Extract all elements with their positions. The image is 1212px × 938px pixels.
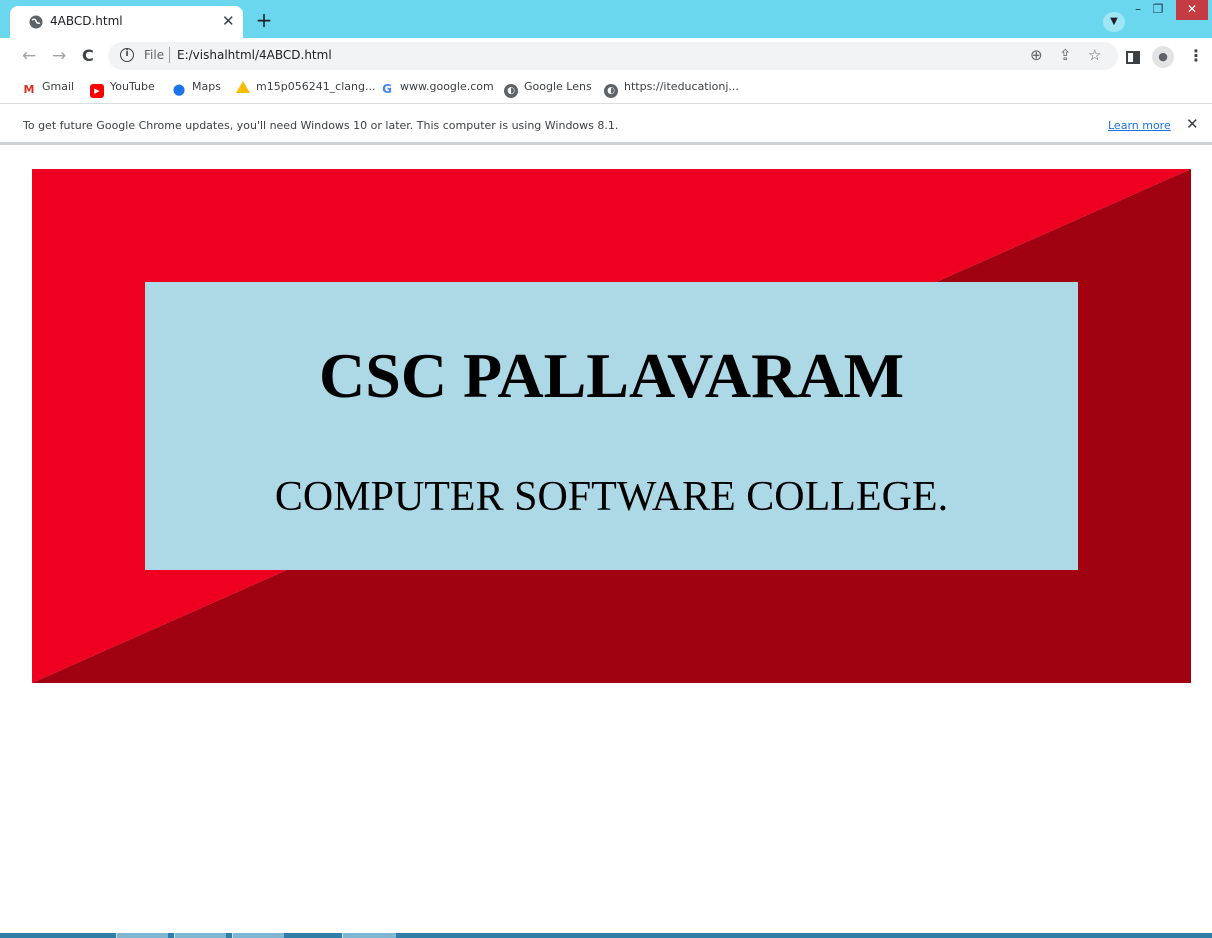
bookmark-label: m15p056241_clang... — [256, 80, 376, 93]
bookmarks-bar: M Gmail ▶ YouTube ⬤ Maps m15p056241_clang..… — [0, 74, 1212, 102]
infobar-message: To get future Google Chrome updates, you… — [23, 119, 619, 132]
update-infobar: To get future Google Chrome updates, you… — [0, 103, 1212, 145]
bookmark-label: Google Lens — [524, 80, 592, 93]
globe-icon: ◐ — [504, 84, 518, 98]
bookmark-iteducation[interactable]: ◐ https://iteducationj... — [604, 79, 739, 98]
share-icon[interactable]: ⇪ — [1059, 46, 1072, 64]
globe-icon: ◐ — [604, 84, 618, 98]
bookmark-label: www.google.com — [400, 80, 494, 93]
restore-button[interactable]: ❐ — [1149, 0, 1167, 20]
tab-close-icon[interactable]: ✕ — [222, 12, 235, 30]
forward-arrow-icon[interactable]: → — [52, 46, 66, 66]
globe-icon — [29, 15, 43, 29]
bookmark-star-icon[interactable]: ☆ — [1088, 46, 1101, 64]
gmail-icon: M — [23, 83, 35, 96]
url-scheme-label: File — [144, 48, 165, 62]
bookmark-google[interactable]: Gwww.google.com — [380, 79, 494, 97]
window-close-button[interactable]: ✕ — [1176, 0, 1208, 20]
bookmark-label: https://iteducationj... — [624, 80, 739, 93]
tab-active[interactable]: 4ABCD.html ✕ — [10, 6, 243, 38]
bookmark-label: Maps — [192, 80, 221, 93]
zoom-icon[interactable]: ⊕ — [1030, 46, 1043, 64]
inner-box: CSC PALLAVARAM COMPUTER SOFTWARE COLLEGE… — [145, 282, 1078, 570]
url-text[interactable]: E:/vishalhtml/4ABCD.html — [177, 48, 332, 62]
bookmark-label: Gmail — [42, 80, 75, 93]
taskbar-item[interactable] — [342, 933, 396, 938]
google-icon: G — [382, 82, 392, 96]
bookmark-label: YouTube — [110, 80, 155, 93]
infobar-close-icon[interactable]: ✕ — [1186, 115, 1199, 133]
taskbar-item[interactable] — [174, 933, 226, 938]
tab-title: 4ABCD.html — [50, 14, 123, 28]
menu-kebab-icon[interactable]: ⋮ — [1188, 47, 1204, 65]
page-heading: CSC PALLAVARAM — [319, 340, 904, 411]
bookmark-gmail[interactable]: M Gmail — [22, 79, 75, 97]
windows-taskbar — [0, 933, 1212, 938]
minimize-button[interactable]: – — [1130, 0, 1146, 20]
drive-icon — [236, 81, 250, 93]
bookmark-drive[interactable]: m15p056241_clang... — [236, 79, 375, 97]
back-arrow-icon[interactable]: ← — [22, 46, 36, 66]
reload-icon[interactable]: C — [82, 46, 94, 66]
bookmark-google-lens[interactable]: ◐ Google Lens — [504, 79, 592, 98]
tab-search-button[interactable]: ▼ — [1103, 12, 1125, 32]
browser-toolbar: ← → C i File E:/vishalhtml/4ABCD.html ⊕ … — [0, 38, 1212, 74]
youtube-icon: ▶ — [90, 84, 104, 98]
learn-more-link[interactable]: Learn more — [1108, 119, 1171, 132]
taskbar-item[interactable] — [116, 933, 168, 938]
profile-avatar-icon[interactable]: ● — [1152, 46, 1174, 68]
info-icon[interactable]: i — [120, 48, 134, 62]
new-tab-button[interactable]: + — [252, 10, 276, 32]
url-separator — [169, 47, 170, 63]
address-bar[interactable]: i File E:/vishalhtml/4ABCD.html ⊕ ⇪ ☆ — [108, 42, 1118, 70]
taskbar-item[interactable] — [232, 933, 284, 938]
side-panel-icon[interactable] — [1126, 51, 1140, 64]
bookmark-maps[interactable]: ⬤ Maps — [172, 79, 221, 97]
tab-strip: 4ABCD.html ✕ + ▼ – ❐ ✕ — [0, 0, 1212, 38]
page-subheading: COMPUTER SOFTWARE COLLEGE. — [274, 474, 949, 520]
maps-icon: ⬤ — [172, 83, 186, 96]
bookmark-youtube[interactable]: ▶ YouTube — [90, 79, 155, 98]
